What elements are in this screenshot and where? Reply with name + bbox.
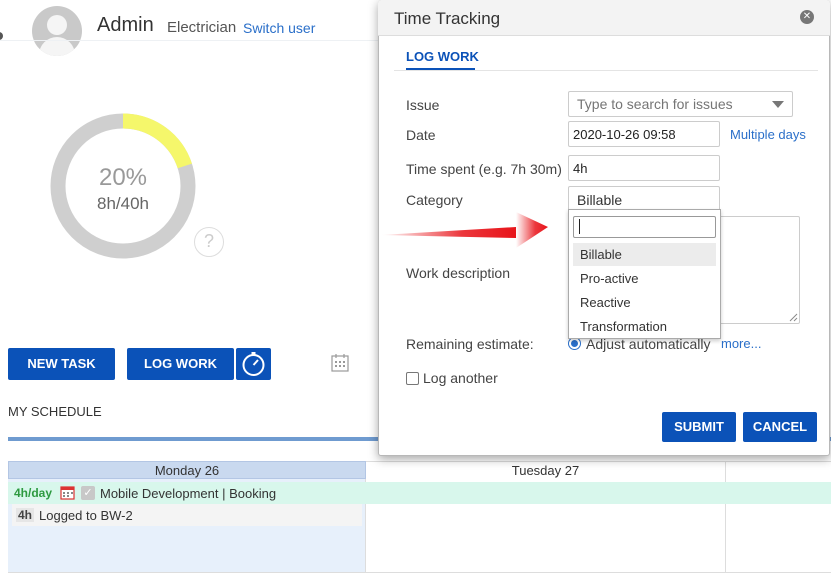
more-options-link[interactable]: more...	[721, 336, 761, 351]
time-spent-input[interactable]	[568, 155, 720, 181]
log-work-button[interactable]: LOG WORK	[127, 348, 234, 380]
avatar-icon[interactable]	[32, 6, 82, 56]
timer-button[interactable]	[236, 348, 271, 380]
progress-percent: 20%	[98, 164, 148, 191]
resize-grip-icon[interactable]	[788, 312, 798, 322]
schedule-bottom-border	[8, 572, 831, 573]
time-spent-label: Time spent (e.g. 7h 30m)	[406, 161, 562, 177]
timer-icon	[242, 352, 265, 376]
worklog-text: Logged to BW-2	[39, 508, 133, 523]
day-header-next	[726, 461, 831, 479]
check-icon: ✓	[81, 486, 95, 500]
close-icon[interactable]: ✕	[800, 10, 814, 24]
user-role: Electrician	[167, 19, 237, 36]
category-label: Category	[406, 192, 463, 208]
day-header-tuesday[interactable]: Tuesday 27	[366, 461, 726, 479]
date-label: Date	[406, 127, 436, 143]
tab-log-work[interactable]: LOG WORK	[406, 49, 479, 64]
multiple-days-link[interactable]: Multiple days	[730, 127, 806, 142]
category-option-billable[interactable]: Billable	[573, 243, 716, 266]
log-another-label[interactable]: Log another	[423, 370, 498, 386]
text-caret	[579, 219, 580, 234]
calendar-icon	[60, 486, 75, 500]
worklog-hours: 4h	[16, 508, 35, 522]
progress-hours: 8h/40h	[97, 194, 149, 213]
switch-user-link[interactable]: Switch user	[243, 20, 315, 36]
event-title: Mobile Development | Booking	[100, 486, 277, 501]
category-option-transformation[interactable]: Transformation	[573, 315, 716, 338]
username: Admin	[97, 14, 154, 36]
issue-search-input[interactable]	[568, 91, 793, 117]
day-header-monday[interactable]: Monday 26	[8, 461, 366, 479]
tab-divider	[394, 70, 818, 71]
date-input[interactable]	[568, 121, 720, 147]
category-search-input[interactable]	[573, 216, 716, 238]
calendar-icon[interactable]	[331, 353, 349, 372]
header-divider	[0, 40, 380, 41]
cancel-button[interactable]: CANCEL	[743, 412, 817, 442]
issue-label: Issue	[406, 97, 440, 113]
schedule-title: MY SCHEDULE	[8, 404, 102, 419]
remaining-estimate-label: Remaining estimate:	[406, 336, 534, 352]
log-another-checkbox[interactable]	[406, 372, 419, 385]
work-description-label: Work description	[406, 265, 511, 281]
annotation-arrow	[380, 212, 548, 248]
category-option-pro-active[interactable]: Pro-active	[573, 267, 716, 290]
dialog-title: Time Tracking	[394, 9, 501, 28]
help-icon[interactable]: ?	[194, 227, 224, 257]
chevron-down-icon[interactable]	[772, 101, 784, 108]
category-option-reactive[interactable]: Reactive	[573, 291, 716, 314]
submit-button[interactable]: SUBMIT	[662, 412, 736, 442]
event-per-day: 4h/day	[14, 486, 53, 500]
work-description-textarea[interactable]	[716, 216, 800, 324]
new-task-button[interactable]: NEW TASK	[8, 348, 115, 380]
